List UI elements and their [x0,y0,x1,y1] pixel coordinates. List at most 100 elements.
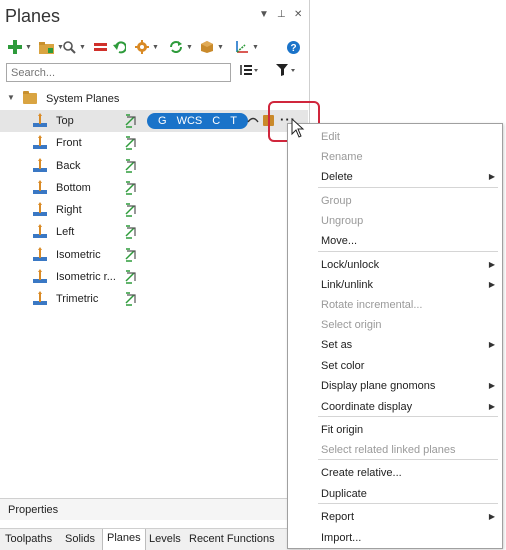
menu-item-group[interactable]: Group [288,191,502,211]
menu-item-label: Rename [321,151,363,163]
tree-item-plane[interactable]: Trimetric [0,288,308,310]
menu-item-set-color[interactable]: Set color [288,356,502,376]
bottom-tabs: Toolpaths Solids Planes Levels Recent Fu… [0,528,308,550]
menu-item-display-plane-gnomons[interactable]: Display plane gnomons ▶ [288,376,502,396]
help-button[interactable]: ? [287,38,300,56]
tree-item-plane[interactable]: Back [0,155,308,177]
settings-button[interactable]: ▼ [135,38,159,56]
menu-item-select-origin[interactable]: Select origin [288,315,502,335]
submenu-arrow-icon: ▶ [488,512,495,521]
menu-item-select-related-linked-planes[interactable]: Select related linked planes [288,440,502,460]
link-icon[interactable] [124,158,138,174]
panel-menu-icon[interactable]: ▼ [259,9,269,20]
folder-icon [23,91,37,104]
menu-item-label: Move... [321,235,358,247]
undo-button[interactable] [113,38,126,56]
search-icon [63,40,76,54]
tab-toolpaths[interactable]: Toolpaths [5,533,52,545]
tab-levels[interactable]: Levels [149,533,181,545]
menu-item-label: Ungroup [321,215,364,227]
tree-group-system-planes[interactable]: ▼ System Planes [0,89,308,109]
link-icon[interactable] [124,247,138,263]
menu-item-edit[interactable]: Edit [288,127,502,147]
refresh-button[interactable]: ▼ [169,38,193,56]
link-icon[interactable] [124,291,138,307]
add-button[interactable]: ▼ [8,38,32,56]
menu-item-label: Create relative... [321,467,402,479]
menu-separator [318,459,498,460]
menu-item-label: Duplicate [321,488,367,500]
menu-item-fit-origin[interactable]: Fit origin [288,420,502,440]
equal-button[interactable] [94,38,107,56]
search-input[interactable] [6,63,231,82]
tree-item-plane[interactable]: Front [0,132,308,154]
eye-icon[interactable] [247,116,259,124]
properties-bar[interactable]: Properties [0,498,308,520]
equals-icon [94,43,107,51]
link-icon[interactable] [124,269,138,285]
menu-item-lock-unlock[interactable]: Lock/unlock ▶ [288,255,502,275]
link-icon[interactable] [124,113,138,129]
status-badge: C [212,115,221,127]
gear-icon [135,40,149,54]
pin-icon[interactable]: ⊥ [277,9,286,20]
filter-button[interactable] [276,64,298,79]
plane-label: Top [56,115,74,127]
plane-icon [33,180,47,194]
close-icon[interactable]: ✕ [294,9,302,20]
menu-item-rename[interactable]: Rename [288,147,502,167]
axis-icon [236,40,248,53]
plane-label: Back [56,160,81,172]
chevron-down-icon[interactable]: ▼ [7,93,15,102]
menu-item-rotate-incremental[interactable]: Rotate incremental... [288,295,502,315]
menu-item-set-as[interactable]: Set as ▶ [288,335,502,355]
status-badge: G [158,115,167,127]
link-icon[interactable] [124,135,138,151]
menu-item-delete[interactable]: Delete ▶ [288,167,502,187]
context-menu: Edit Rename Delete ▶ Group Ungroup Move... Lock… [287,123,503,549]
link-icon[interactable] [124,180,138,196]
tree-item-plane[interactable]: Right [0,199,308,221]
status-badge: WCS [176,115,203,127]
menu-item-label: Select origin [321,319,382,331]
submenu-arrow-icon: ▶ [488,340,495,349]
plane-label: Isometric r... [56,271,116,283]
group-button[interactable]: ▼ [39,38,64,56]
plane-label: Trimetric [56,293,99,305]
plane-icon [33,291,47,305]
tab-solids[interactable]: Solids [65,533,95,545]
mouse-cursor-icon [291,118,305,138]
tab-planes[interactable]: Planes [102,529,146,550]
tree-item-plane[interactable]: Isometric [0,244,308,266]
submenu-arrow-icon: ▶ [488,260,495,269]
menu-item-import[interactable]: Import... [288,528,502,548]
menu-item-duplicate[interactable]: Duplicate [288,484,502,504]
tree-item-plane[interactable]: Top G WCS C T ··· [0,110,308,132]
chevron-down-icon: ▼ [217,43,224,51]
menu-separator [318,251,498,252]
find-button[interactable]: ▼ [63,38,86,56]
plane-label: Bottom [56,182,91,194]
sort-button[interactable] [239,64,259,79]
menu-item-ungroup[interactable]: Ungroup [288,211,502,231]
sort-icon [240,65,258,75]
menu-item-label: Lock/unlock [321,259,380,271]
menu-item-coordinate-display[interactable]: Coordinate display ▶ [288,397,502,417]
link-icon[interactable] [124,224,138,240]
menu-item-link-unlink[interactable]: Link/unlink ▶ [288,275,502,295]
menu-item-create-relative[interactable]: Create relative... [288,463,502,483]
solid-button[interactable]: ▼ [200,38,224,56]
menu-item-label: Select related linked planes [321,444,456,456]
menu-item-label: Set as [321,339,353,351]
tree-item-plane[interactable]: Bottom [0,177,308,199]
help-icon: ? [287,40,300,54]
tab-recent-functions[interactable]: Recent Functions [189,533,275,545]
menu-item-report[interactable]: Report ▶ [288,507,502,527]
menu-item-move[interactable]: Move... [288,231,502,251]
link-icon[interactable] [124,202,138,218]
tree-item-plane[interactable]: Isometric r... [0,266,308,288]
folder-icon [39,41,54,54]
tree-item-plane[interactable]: Left [0,221,308,243]
submenu-arrow-icon: ▶ [488,381,495,390]
axis-button[interactable]: ▼ [234,38,259,56]
